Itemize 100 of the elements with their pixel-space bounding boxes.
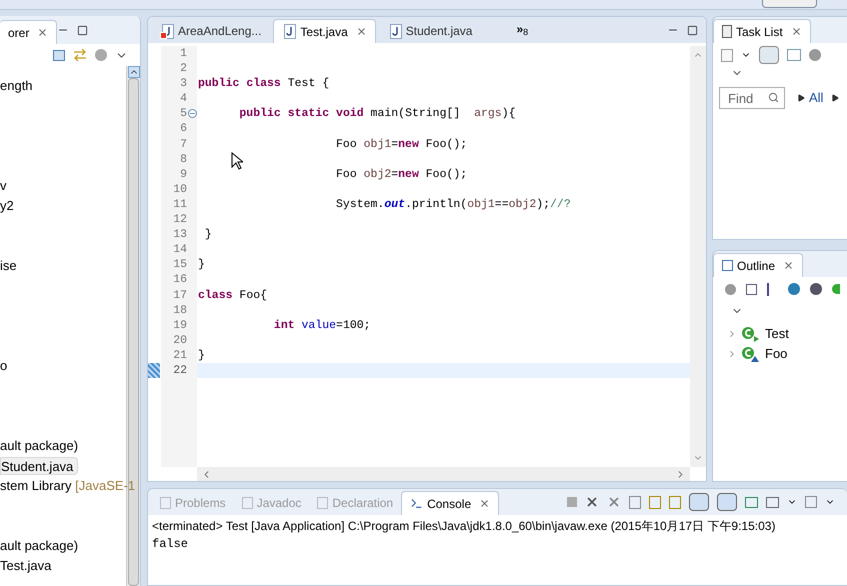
outline-item[interactable]: Test xyxy=(727,325,847,343)
remove-all-icon[interactable] xyxy=(607,495,621,509)
console-icon xyxy=(410,497,424,510)
line-number: 9 xyxy=(180,166,187,182)
close-icon[interactable] xyxy=(790,26,802,37)
console-output: false xyxy=(151,536,190,553)
line-number: 12 xyxy=(173,212,187,228)
search-icon xyxy=(768,92,779,103)
code-line: } xyxy=(204,227,212,242)
line-number: 18 xyxy=(173,302,187,318)
tab[interactable]: Test.java xyxy=(273,19,376,43)
clear-console-icon[interactable] xyxy=(629,496,641,508)
maximize-icon[interactable] xyxy=(77,24,88,36)
show-stderr-icon[interactable] xyxy=(717,493,737,511)
code-line: class Foo{ xyxy=(197,288,268,303)
tree-item[interactable]: o xyxy=(0,357,12,375)
line-number: 4 xyxy=(180,91,187,106)
line-number: 21 xyxy=(173,348,187,363)
scroll-lock-icon[interactable] xyxy=(649,496,661,508)
word-wrap-icon[interactable] xyxy=(669,496,681,508)
all-link[interactable]: All xyxy=(809,88,824,108)
line-number: 6 xyxy=(180,121,187,137)
tree-item[interactable]: v xyxy=(0,177,10,195)
new-task-icon[interactable] xyxy=(721,48,733,62)
line-number: 11 xyxy=(173,196,187,212)
tab[interactable]: Outline xyxy=(713,253,804,277)
line-number: 20 xyxy=(173,332,187,348)
code-line: int value=100; xyxy=(272,318,371,333)
java-file-icon xyxy=(390,24,402,38)
remove-launch-icon[interactable] xyxy=(585,495,599,509)
line-number: 1 xyxy=(180,46,187,62)
tree-item[interactable]: ault package) xyxy=(0,537,82,555)
show-stdout-icon[interactable] xyxy=(689,493,709,511)
scheduled-icon[interactable] xyxy=(787,49,801,61)
hide-static-icon[interactable] xyxy=(810,283,822,295)
fold-icon[interactable] xyxy=(188,109,197,118)
line-number: 17 xyxy=(173,288,187,303)
find-field[interactable]: Find xyxy=(719,87,785,109)
tree-item[interactable]: y2 xyxy=(0,197,18,215)
tree-item[interactable]: ength xyxy=(0,77,37,95)
error-icon xyxy=(160,32,167,38)
class-icon xyxy=(741,346,761,362)
tab[interactable]: orer xyxy=(0,20,58,44)
view-icon xyxy=(160,497,171,509)
code-line: } xyxy=(197,348,205,363)
close-icon[interactable] xyxy=(479,498,490,509)
tab[interactable]: AreaAndLeng... xyxy=(152,19,270,43)
class-icon xyxy=(741,326,761,342)
tab[interactable]: Console xyxy=(401,491,500,515)
code-line: Foo obj1=new Foo(); xyxy=(335,136,468,152)
new-console-icon[interactable] xyxy=(805,496,817,508)
triangle-icon xyxy=(797,94,805,102)
tree-item[interactable]: stem Library [JavaSE-1 xyxy=(0,477,140,495)
code-line: Foo obj2=new Foo(); xyxy=(335,166,468,182)
close-icon[interactable] xyxy=(37,27,48,38)
display-icon[interactable] xyxy=(766,496,779,508)
outline-label: Foo xyxy=(765,345,788,364)
collapse-all-icon[interactable] xyxy=(53,50,65,60)
tab[interactable]: Task List xyxy=(713,19,811,43)
line-number: 5 xyxy=(180,106,187,122)
view-icon xyxy=(317,497,328,509)
outline-item[interactable]: Foo xyxy=(727,345,847,363)
show-members-icon[interactable] xyxy=(832,284,840,294)
vertical-scrollbar[interactable] xyxy=(690,46,706,467)
view-icon xyxy=(242,497,253,509)
console-header: <terminated> Test [Java Application] C:\Program Files\Java\jdk1.8.0_60\bin\javaw.exe (2015年10月17日 下午9:15:03) xyxy=(151,518,776,535)
line-number: 3 xyxy=(180,76,187,92)
code-line: } xyxy=(197,257,205,272)
tree-item[interactable]: Test.java xyxy=(0,557,56,575)
horizontal-scrollbar[interactable] xyxy=(197,467,690,481)
line-number: 19 xyxy=(173,318,187,333)
java-file-icon xyxy=(284,24,296,39)
tree-item[interactable]: Student.java xyxy=(0,457,78,475)
close-icon[interactable] xyxy=(356,26,367,37)
maximize-icon[interactable] xyxy=(687,24,698,36)
line-number: 16 xyxy=(173,272,187,288)
line-number: 7 xyxy=(180,136,187,152)
outline-icon xyxy=(722,260,733,271)
task-list-icon xyxy=(722,25,732,38)
triangle-icon xyxy=(831,94,840,102)
line-number: 22 xyxy=(173,362,187,378)
perspective-button[interactable] xyxy=(762,0,817,8)
close-icon[interactable] xyxy=(783,260,794,271)
categorized-icon[interactable] xyxy=(759,46,779,64)
tree-item[interactable]: ise xyxy=(0,257,21,275)
mouse-pointer-icon xyxy=(231,152,243,170)
tab[interactable]: Student.java xyxy=(380,19,480,43)
line-number: 8 xyxy=(180,152,187,167)
scroll-up-icon[interactable] xyxy=(128,66,140,78)
pin-icon[interactable] xyxy=(745,496,758,508)
code-line: System.out.println(obj1==obj2);//? xyxy=(335,196,571,212)
line-number: 13 xyxy=(173,227,187,242)
line-number: 2 xyxy=(180,61,187,76)
tree-item[interactable]: ault package) xyxy=(0,437,82,455)
code-line: public static void main(String[] args){ xyxy=(238,106,516,122)
collapse-all-icon[interactable] xyxy=(746,284,757,294)
hide-fields-icon[interactable] xyxy=(788,283,800,295)
link-arrows-icon[interactable] xyxy=(73,49,87,61)
line-number: 15 xyxy=(173,257,187,272)
outline-label: Test xyxy=(765,325,789,344)
